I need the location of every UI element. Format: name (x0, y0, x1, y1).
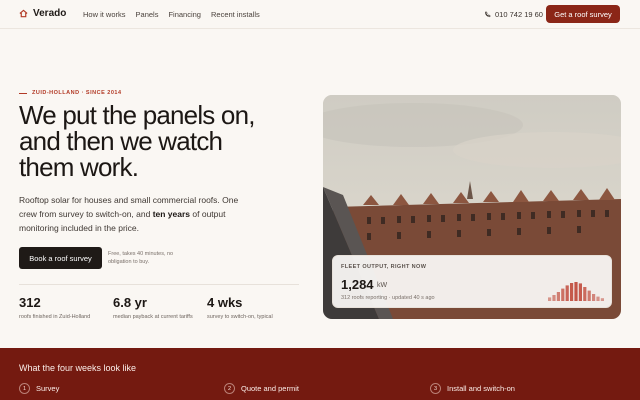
stat-label: roofs finished in Zuid-Holland (19, 314, 91, 320)
nav-link-recent-installs[interactable]: Recent installs (211, 10, 260, 19)
eyebrow-text: ZUID-HOLLAND · SINCE 2014 (32, 90, 122, 96)
stat-value: 4 wks (207, 295, 243, 310)
sparkline-bar (583, 287, 587, 301)
phone-link[interactable]: 010 742 19 60 (484, 10, 543, 19)
book-roof-survey-button[interactable]: Book a roof survey (19, 247, 102, 269)
sparkline-bar (596, 296, 600, 301)
stat-label: survey to switch-on, typical (207, 314, 273, 320)
cta-note: Free, takes 40 minutes, no obligation to… (108, 251, 174, 265)
stat-value: 6.8 yr (113, 295, 147, 310)
brand-name: Verado (33, 8, 67, 19)
stat-roofs: 312 roofs finished in Zuid-Holland (19, 295, 99, 321)
sparkline-bar (592, 294, 596, 301)
step-label: Quote and permit (241, 384, 299, 393)
hero-headline: We put the panels on, and then we watch … (19, 100, 255, 182)
stats-divider (19, 284, 299, 285)
hero-subcopy: Rooftop solar for houses and small comme… (19, 193, 249, 235)
fleet-unit: kW (377, 282, 388, 289)
eyebrow-rule (19, 92, 27, 94)
sparkline-bar (578, 283, 582, 301)
fleet-label: FLEET OUTPUT, RIGHT NOW (341, 264, 427, 270)
house-icon (19, 9, 28, 18)
fleet-value: 1,284 (341, 277, 374, 292)
nav-link-financing[interactable]: Financing (168, 10, 201, 19)
sparkline-bar (552, 295, 556, 301)
step-number: 2 (224, 383, 235, 394)
phone-icon (485, 11, 491, 18)
process-step-quote: 2 Quote and permit (224, 383, 299, 394)
process-title: What the four weeks look like (19, 363, 137, 373)
step-label: Install and switch-on (447, 384, 515, 393)
subcopy-emphasis: ten years (152, 209, 191, 219)
nav-link-how-it-works[interactable]: How it works (83, 10, 126, 19)
stat-value: 312 (19, 295, 41, 310)
process-step-survey: 1 Survey (19, 383, 59, 394)
sparkline-bar (574, 282, 578, 301)
hero-eyebrow: ZUID-HOLLAND · SINCE 2014 (19, 90, 122, 96)
stat-payback: 6.8 yr median payback at current tariffs (113, 295, 193, 321)
stat-timeline: 4 wks survey to switch-on, typical (207, 295, 287, 321)
brand-logo[interactable]: Verado (19, 8, 66, 19)
stat-label: median payback at current tariffs (113, 314, 193, 320)
step-number: 1 (19, 383, 30, 394)
get-roof-survey-button[interactable]: Get a roof survey (546, 5, 620, 23)
sparkline-bar (548, 297, 552, 301)
sparkline-bar (565, 285, 569, 301)
step-number: 3 (430, 383, 441, 394)
top-nav: Verado How it works Panels Financing Rec… (0, 0, 640, 29)
nav-links: How it works Panels Financing Recent ins… (83, 10, 260, 19)
process-section: What the four weeks look like 1 Survey 2… (0, 348, 640, 400)
phone-number: 010 742 19 60 (495, 10, 543, 19)
sparkline-bar (587, 290, 591, 301)
sparkline-bar (570, 283, 574, 301)
fleet-sparkline (548, 282, 604, 301)
sparkline-bar (600, 298, 604, 301)
process-step-install: 3 Install and switch-on (430, 383, 515, 394)
step-label: Survey (36, 384, 60, 393)
sparkline-bar (556, 292, 560, 301)
nav-link-panels[interactable]: Panels (136, 10, 159, 19)
sparkline-bar (561, 288, 565, 301)
fleet-meta: 312 roofs reporting · updated 40 s ago (341, 295, 435, 301)
